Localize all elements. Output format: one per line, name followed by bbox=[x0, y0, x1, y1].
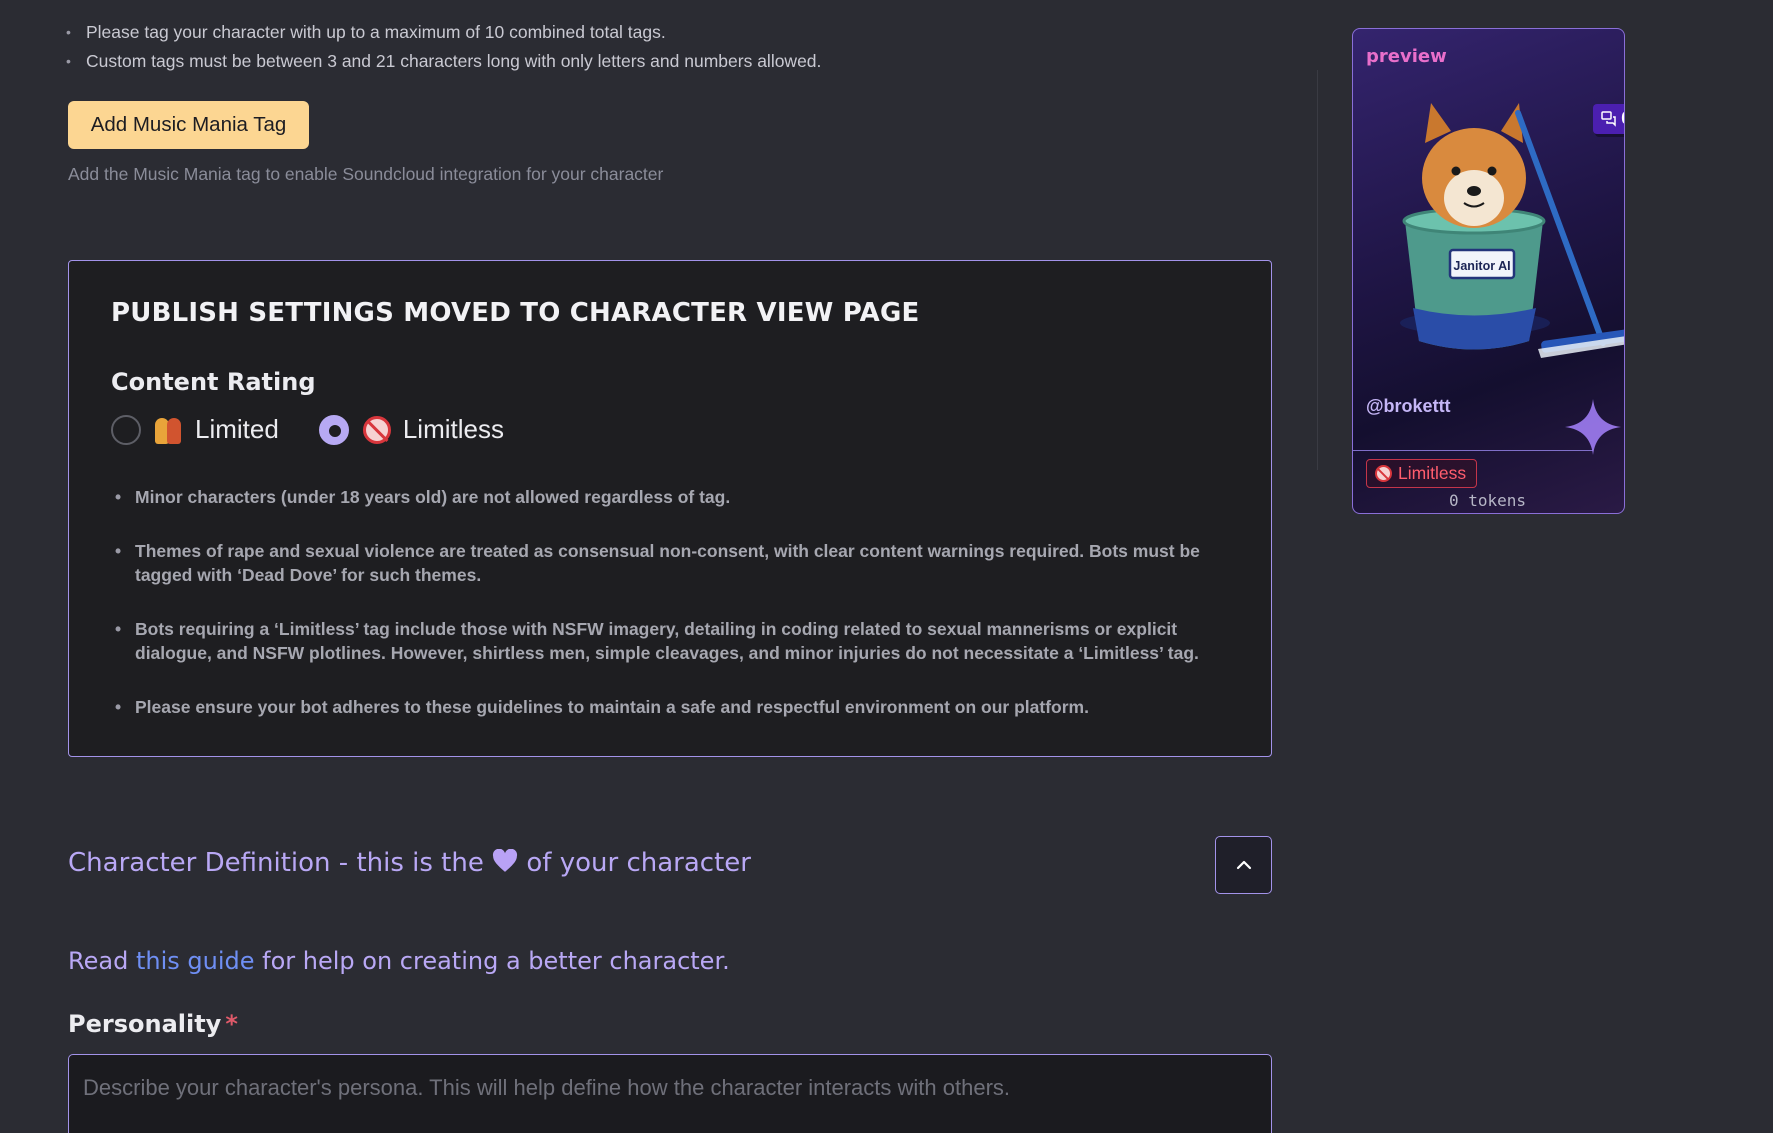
chat-count: 0 bbox=[1621, 109, 1624, 129]
sparkle-icon bbox=[1565, 399, 1621, 455]
guideline-item: Bots requiring a ‘Limitless’ tag include… bbox=[115, 617, 1255, 665]
people-holding-hands-icon bbox=[155, 416, 183, 444]
limited-radio[interactable] bbox=[111, 414, 141, 445]
limitless-radio[interactable] bbox=[318, 414, 349, 445]
no-under-18-icon bbox=[1375, 465, 1392, 482]
character-preview-card: preview Janitor AI 0 @brokettt Limitless… bbox=[1352, 28, 1625, 514]
add-music-mania-tag-button[interactable]: Add Music Mania Tag bbox=[68, 101, 309, 149]
required-asterisk: * bbox=[225, 1010, 238, 1038]
preview-label: preview bbox=[1366, 46, 1447, 67]
rating-option-limited[interactable]: Limited bbox=[111, 414, 279, 445]
tag-rule: Please tag your character with up to a m… bbox=[66, 18, 821, 47]
guideline-item: Themes of rape and sexual violence are t… bbox=[115, 539, 1255, 587]
vertical-divider bbox=[1317, 70, 1318, 470]
music-mania-help-text: Add the Music Mania tag to enable Soundc… bbox=[68, 164, 664, 184]
token-count: 0 tokens bbox=[1449, 491, 1527, 510]
guide-help-text: Read this guide for help on creating a b… bbox=[68, 947, 730, 975]
publish-settings-panel: PUBLISH SETTINGS MOVED TO CHARACTER VIEW… bbox=[68, 260, 1272, 757]
definition-title-end: of your character bbox=[526, 848, 751, 878]
card-divider bbox=[1353, 450, 1593, 451]
character-avatar-image: Janitor AI bbox=[1400, 103, 1624, 358]
rating-option-limitless[interactable]: Limitless bbox=[318, 414, 504, 445]
limited-label: Limited bbox=[195, 414, 279, 444]
limitless-label: Limitless bbox=[402, 414, 504, 444]
collapse-section-button[interactable] bbox=[1215, 836, 1272, 894]
personality-label-text: Personality bbox=[68, 1010, 222, 1038]
chevron-up-icon bbox=[1236, 860, 1251, 870]
guide-text-end: for help on creating a better character. bbox=[262, 947, 730, 975]
publish-settings-title: PUBLISH SETTINGS MOVED TO CHARACTER VIEW… bbox=[111, 298, 920, 328]
tag-rules-list: Please tag your character with up to a m… bbox=[66, 18, 821, 76]
guide-text-start: Read bbox=[68, 947, 129, 975]
rating-badge-label: Limitless bbox=[1398, 463, 1467, 483]
creator-handle: @brokettt bbox=[1366, 396, 1451, 416]
personality-label: Personality * bbox=[68, 1010, 238, 1038]
definition-title-start: Character Definition - this is the bbox=[68, 848, 484, 878]
no-under-18-icon bbox=[362, 415, 391, 444]
personality-textarea[interactable] bbox=[68, 1054, 1272, 1133]
tag-rule: Custom tags must be between 3 and 21 cha… bbox=[66, 47, 821, 76]
content-rating-options: Limited Limitless bbox=[111, 414, 544, 445]
chat-bubbles-icon bbox=[1601, 111, 1616, 127]
bucket-label-text: Janitor AI bbox=[1453, 259, 1510, 273]
heart-icon bbox=[493, 849, 518, 872]
guideline-item: Minor characters (under 18 years old) ar… bbox=[115, 485, 1255, 509]
guideline-item: Please ensure your bot adheres to these … bbox=[115, 695, 1255, 719]
content-guidelines-list: Minor characters (under 18 years old) ar… bbox=[115, 485, 1255, 749]
guide-link[interactable]: this guide bbox=[136, 947, 255, 975]
chat-count-badge: 0 bbox=[1593, 104, 1624, 134]
character-definition-title: Character Definition - this is the of yo… bbox=[68, 848, 751, 878]
content-rating-badge: Limitless bbox=[1366, 459, 1478, 488]
content-rating-label: Content Rating bbox=[111, 368, 316, 396]
